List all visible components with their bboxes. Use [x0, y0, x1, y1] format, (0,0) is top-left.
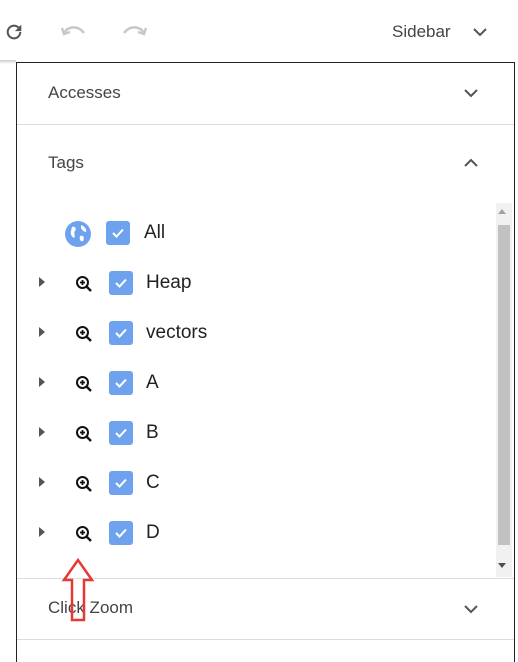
expand-caret-icon[interactable]: [39, 527, 45, 537]
redo-icon[interactable]: [120, 18, 148, 46]
zoom-in-icon[interactable]: [75, 475, 93, 493]
checkbox-heap[interactable]: [109, 271, 133, 295]
zoom-in-icon[interactable]: [75, 425, 93, 443]
divider: [17, 639, 514, 640]
tag-label: D: [146, 522, 160, 543]
chevron-up-icon[interactable]: [461, 153, 481, 173]
chevron-down-icon[interactable]: [461, 83, 481, 103]
checkbox-a[interactable]: [109, 371, 133, 395]
tags-tree: All Heap vectors A B C D: [17, 203, 514, 578]
divider: [17, 124, 514, 125]
expand-caret-icon[interactable]: [39, 427, 45, 437]
zoom-in-icon[interactable]: [75, 375, 93, 393]
tag-label: A: [146, 372, 159, 393]
chevron-down-icon[interactable]: [461, 599, 481, 619]
tag-row-heap[interactable]: Heap: [17, 269, 497, 299]
globe-icon: [65, 221, 91, 247]
scroll-down-arrow-icon[interactable]: [498, 563, 506, 568]
undo-icon[interactable]: [60, 18, 88, 46]
tag-row-all[interactable]: All: [17, 219, 497, 249]
zoom-in-icon[interactable]: [75, 275, 93, 293]
tag-row-c[interactable]: C: [17, 469, 497, 499]
tag-label: C: [146, 472, 160, 493]
tag-row-d[interactable]: D: [17, 519, 497, 549]
tag-label: All: [144, 222, 166, 243]
checkbox-c[interactable]: [109, 471, 133, 495]
tag-label: Heap: [146, 272, 192, 293]
section-tags-header[interactable]: Tags: [17, 133, 514, 193]
section-tags-title: Tags: [48, 153, 84, 172]
tag-label: B: [146, 422, 159, 443]
tag-label: vectors: [146, 322, 208, 343]
refresh-icon[interactable]: [0, 18, 28, 46]
checkbox-all[interactable]: [106, 221, 130, 245]
toolbar-shadow: [0, 60, 16, 64]
scroll-up-arrow-icon[interactable]: [498, 209, 506, 214]
sidebar-toggle-label[interactable]: Sidebar: [392, 22, 451, 42]
checkbox-d[interactable]: [109, 521, 133, 545]
expand-caret-icon[interactable]: [39, 477, 45, 487]
zoom-in-icon[interactable]: [75, 325, 93, 343]
expand-caret-icon[interactable]: [39, 327, 45, 337]
annotation-arrow-icon: [61, 557, 95, 622]
toolbar: Sidebar: [0, 0, 518, 62]
zoom-in-icon[interactable]: [75, 525, 93, 543]
checkbox-vectors[interactable]: [109, 321, 133, 345]
checkbox-b[interactable]: [109, 421, 133, 445]
section-accesses-title: Accesses: [48, 83, 121, 102]
chevron-down-icon[interactable]: [470, 22, 490, 42]
expand-caret-icon[interactable]: [39, 377, 45, 387]
tag-row-vectors[interactable]: vectors: [17, 319, 497, 349]
section-accesses-header[interactable]: Accesses: [17, 63, 514, 123]
tag-row-b[interactable]: B: [17, 419, 497, 449]
tag-row-a[interactable]: A: [17, 369, 497, 399]
scrollbar-thumb[interactable]: [498, 225, 510, 545]
expand-caret-icon[interactable]: [39, 277, 45, 287]
